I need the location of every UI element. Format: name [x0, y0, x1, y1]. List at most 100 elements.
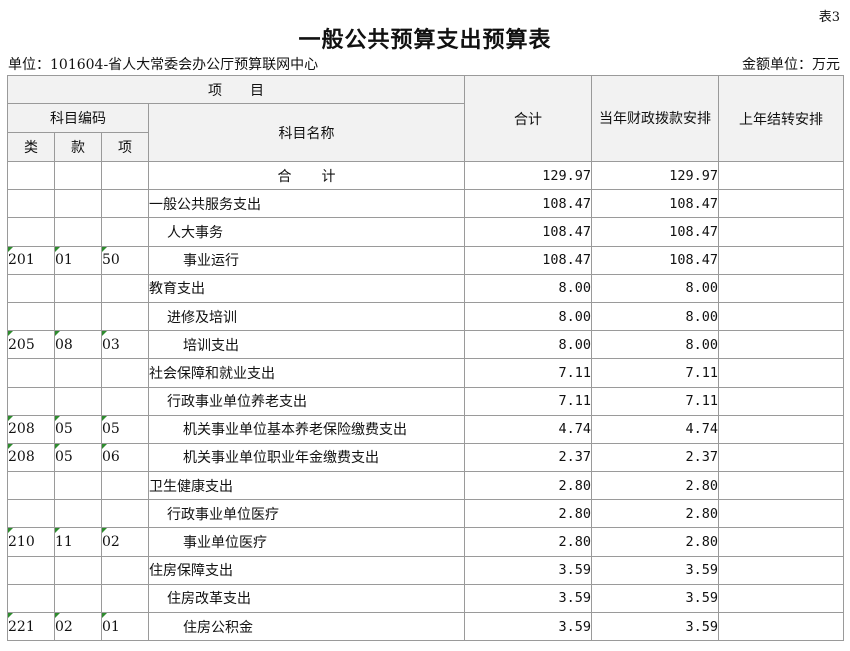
cell-kuan — [54, 189, 102, 219]
cell-xiang — [101, 273, 149, 303]
cell-xiang — [101, 386, 149, 416]
header-current-allocation: 当年财政拨款安排 — [591, 75, 719, 162]
cell-carryover — [718, 217, 844, 247]
cell-name: 社会保障和就业支出 — [148, 358, 465, 388]
cell-total: 108.47 — [464, 245, 592, 275]
cell-lei — [7, 386, 55, 416]
cell-xiang — [101, 471, 149, 501]
cell-carryover — [718, 189, 844, 219]
cell-kuan — [54, 583, 102, 614]
cell-lei: 221 — [7, 611, 55, 642]
cell-carryover — [718, 160, 844, 191]
cell-kuan: 01 — [54, 245, 102, 275]
cell-lei — [7, 358, 55, 388]
cell-total: 129.97 — [464, 160, 592, 191]
cell-name: 机关事业单位基本养老保险缴费支出 — [148, 414, 465, 444]
cell-name: 卫生健康支出 — [148, 471, 465, 501]
table-row: 人大事务 108.47 108.47 — [7, 217, 844, 247]
cell-carryover — [718, 611, 844, 642]
table-row: 221 02 01 住房公积金 3.59 3.59 — [7, 611, 844, 642]
cell-current: 8.00 — [591, 301, 719, 332]
cell-current: 7.11 — [591, 358, 719, 388]
cell-kuan: 05 — [54, 414, 102, 444]
header-xiang: 项 — [101, 132, 149, 162]
header-lei: 类 — [7, 132, 55, 162]
cell-kuan — [54, 273, 102, 303]
table-row: 卫生健康支出 2.80 2.80 — [7, 471, 844, 501]
cell-name: 教育支出 — [148, 273, 465, 303]
cell-name: 合计 — [148, 160, 465, 191]
cell-xiang — [101, 160, 149, 191]
cell-lei — [7, 555, 55, 585]
cell-lei — [7, 189, 55, 219]
table-row: 社会保障和就业支出 7.11 7.11 — [7, 358, 844, 388]
header-carryover: 上年结转安排 — [718, 75, 844, 162]
cell-total: 8.00 — [464, 301, 592, 332]
cell-carryover — [718, 301, 844, 332]
table-row: 行政事业单位医疗 2.80 2.80 — [7, 499, 844, 529]
cell-carryover — [718, 330, 844, 360]
cell-kuan — [54, 386, 102, 416]
cell-carryover — [718, 527, 844, 557]
cell-xiang — [101, 217, 149, 247]
cell-xiang: 06 — [101, 442, 149, 473]
cell-lei — [7, 273, 55, 303]
cell-carryover — [718, 442, 844, 473]
cell-current: 3.59 — [591, 611, 719, 642]
cell-current: 3.59 — [591, 583, 719, 614]
table-row: 208 05 05 机关事业单位基本养老保险缴费支出 4.74 4.74 — [7, 414, 844, 444]
cell-carryover — [718, 273, 844, 303]
cell-carryover — [718, 386, 844, 416]
table-row: 教育支出 8.00 8.00 — [7, 273, 844, 303]
amount-unit-label: 金额单位：万元 — [742, 57, 840, 73]
cell-total: 4.74 — [464, 414, 592, 444]
cell-lei — [7, 160, 55, 191]
cell-total: 2.37 — [464, 442, 592, 473]
header-code: 科目编码 — [7, 103, 149, 133]
cell-total: 8.00 — [464, 273, 592, 303]
cell-kuan — [54, 358, 102, 388]
cell-current: 8.00 — [591, 330, 719, 360]
cell-kuan — [54, 160, 102, 191]
cell-name: 培训支出 — [148, 330, 465, 360]
cell-kuan: 05 — [54, 442, 102, 473]
cell-kuan — [54, 301, 102, 332]
cell-lei: 205 — [7, 330, 55, 360]
table-row: 合计 129.97 129.97 — [7, 160, 844, 191]
cell-xiang — [101, 358, 149, 388]
cell-current: 8.00 — [591, 273, 719, 303]
cell-current: 108.47 — [591, 245, 719, 275]
cell-lei: 208 — [7, 414, 55, 444]
cell-xiang: 01 — [101, 611, 149, 642]
table-body: 合计 129.97 129.97 一般公共服务支出 108.47 108.47 人大事务 10… — [7, 160, 844, 642]
page-title: 一般公共预算支出预算表 — [298, 27, 552, 53]
cell-name: 人大事务 — [148, 217, 465, 247]
cell-lei — [7, 471, 55, 501]
cell-xiang: 50 — [101, 245, 149, 275]
cell-total: 3.59 — [464, 583, 592, 614]
cell-name: 住房公积金 — [148, 611, 465, 642]
cell-lei — [7, 301, 55, 332]
table-header: 项 目 合计 当年财政拨款安排 上年结转安排 科目编码 科目名称 类 款 项 — [7, 75, 844, 162]
cell-carryover — [718, 358, 844, 388]
cell-current: 7.11 — [591, 386, 719, 416]
cell-carryover — [718, 245, 844, 275]
cell-kuan — [54, 499, 102, 529]
cell-total: 7.11 — [464, 358, 592, 388]
cell-xiang — [101, 555, 149, 585]
cell-total: 108.47 — [464, 217, 592, 247]
cell-carryover — [718, 414, 844, 444]
cell-kuan — [54, 555, 102, 585]
cell-name: 住房保障支出 — [148, 555, 465, 585]
cell-current: 108.47 — [591, 217, 719, 247]
cell-carryover — [718, 555, 844, 585]
cell-kuan — [54, 217, 102, 247]
cell-xiang: 02 — [101, 527, 149, 557]
cell-total: 8.00 — [464, 330, 592, 360]
table-row: 201 01 50 事业运行 108.47 108.47 — [7, 245, 844, 275]
cell-carryover — [718, 499, 844, 529]
cell-current: 108.47 — [591, 189, 719, 219]
cell-total: 3.59 — [464, 555, 592, 585]
cell-kuan: 08 — [54, 330, 102, 360]
table-row: 行政事业单位养老支出 7.11 7.11 — [7, 386, 844, 416]
